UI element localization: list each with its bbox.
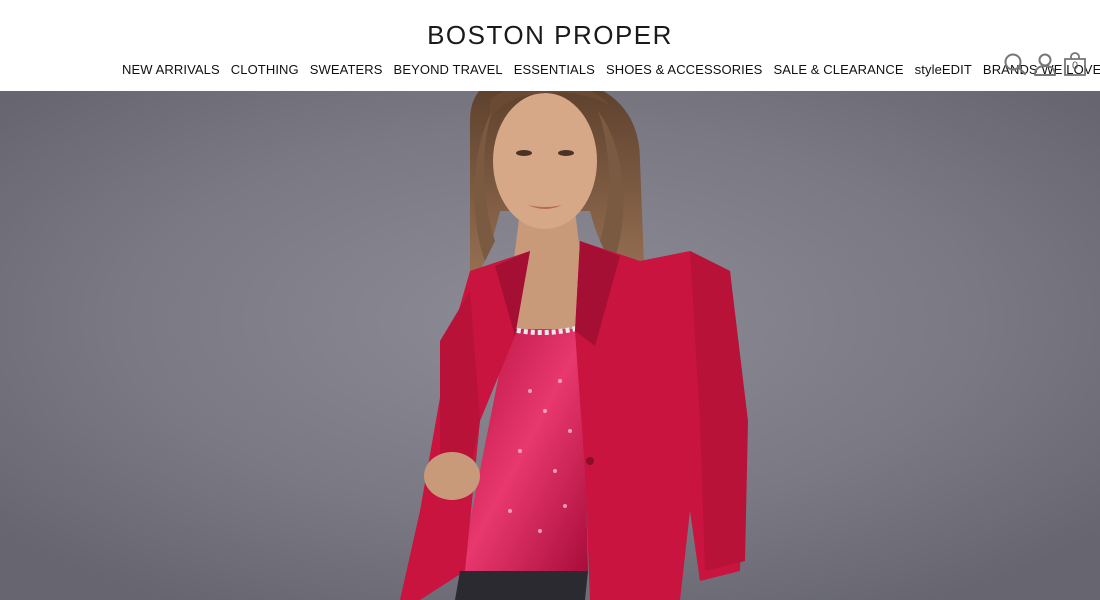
nav-sale-clearance[interactable]: SALE & CLEARANCE: [773, 62, 903, 77]
hero-banner[interactable]: [0, 91, 1100, 600]
main-nav: NEW ARRIVALS CLOTHING SWEATERS BEYOND TR…: [122, 60, 1100, 78]
brand-logo[interactable]: BOSTON PROPER: [0, 20, 1100, 51]
nav-essentials[interactable]: ESSENTIALS: [514, 62, 595, 77]
nav-styleedit[interactable]: styleEDIT: [915, 62, 972, 77]
cart-count: 0: [1071, 60, 1079, 72]
nav-sweaters[interactable]: SWEATERS: [310, 62, 383, 77]
hero-model-image: [0, 91, 1100, 600]
search-icon[interactable]: [1002, 51, 1028, 77]
nav-new-arrivals[interactable]: NEW ARRIVALS: [122, 62, 220, 77]
site-header: BOSTON PROPER NEW ARRIVALS CLOTHING SWEA…: [0, 0, 1100, 91]
nav-clothing[interactable]: CLOTHING: [231, 62, 299, 77]
nav-beyond-travel[interactable]: BEYOND TRAVEL: [394, 62, 503, 77]
shopping-bag-button[interactable]: 0: [1062, 51, 1088, 77]
header-icons: 0: [998, 50, 1088, 78]
nav-shoes-accessories[interactable]: SHOES & ACCESSORIES: [606, 62, 763, 77]
user-icon[interactable]: [1032, 51, 1058, 77]
